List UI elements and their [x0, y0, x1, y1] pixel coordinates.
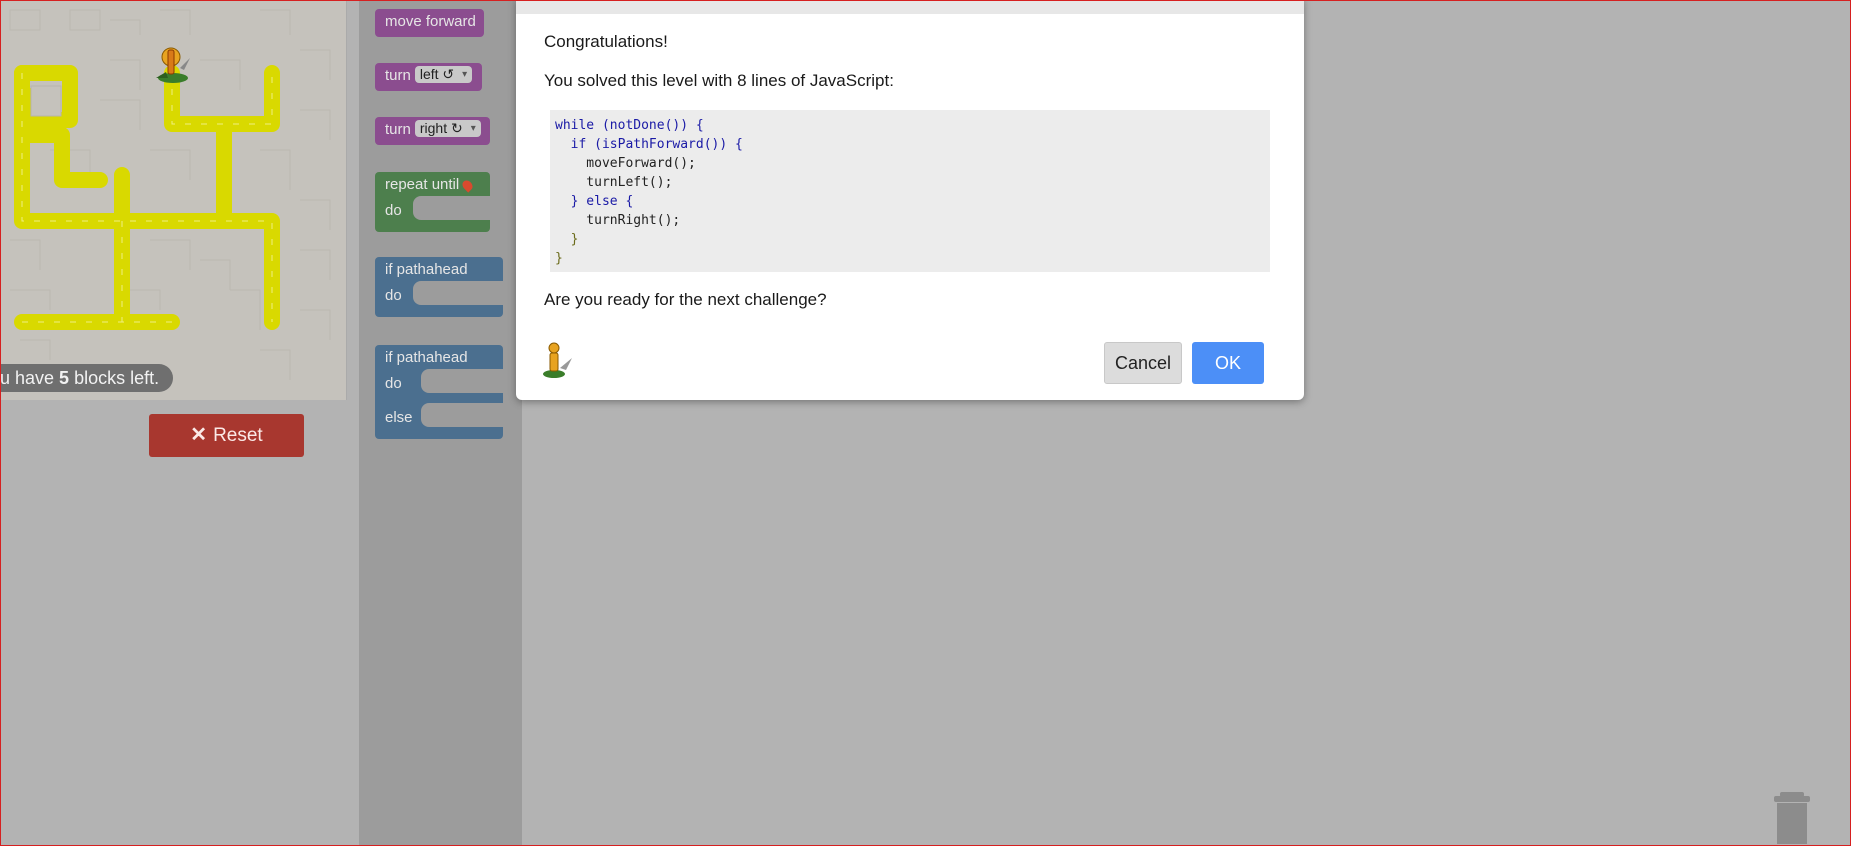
- trash-icon[interactable]: [1772, 790, 1812, 844]
- ok-button[interactable]: OK: [1192, 342, 1264, 384]
- code-line: moveForward();: [555, 154, 1265, 173]
- pegman-icon: [156, 47, 190, 83]
- code-line: } else {: [555, 192, 1265, 211]
- close-icon: ✕: [190, 424, 208, 446]
- code-line-2: if (isPathForward()) {: [555, 137, 743, 152]
- turn-direction-dropdown[interactable]: right ↻: [414, 120, 481, 137]
- statement-slot: [413, 196, 490, 220]
- maze-svg: [9, 9, 331, 380]
- turn-label: turn: [385, 67, 411, 84]
- if-path-label: if path: [385, 261, 426, 278]
- if-path-row: if pathahead: [385, 349, 468, 366]
- if-path-label: if path: [385, 349, 426, 366]
- code-line: turnRight();: [555, 211, 1265, 230]
- do-label: do: [385, 202, 402, 219]
- code-line-5: } else {: [555, 194, 634, 209]
- code-line: }: [555, 249, 1265, 268]
- cancel-button[interactable]: Cancel: [1104, 342, 1182, 384]
- repeat-until-block[interactable]: repeat until do: [375, 172, 490, 232]
- if-path-block[interactable]: if pathahead do: [375, 257, 503, 317]
- code-line: if (isPathForward()) {: [555, 135, 1265, 154]
- if-path-row: if pathahead: [385, 261, 468, 278]
- path-direction-dropdown[interactable]: ahead: [426, 349, 468, 366]
- code-line: while (notDone()) {: [555, 116, 1265, 135]
- blocks-left-badge: u have 5 blocks left.: [0, 364, 174, 392]
- code-line-3: moveForward();: [555, 156, 696, 171]
- dialog-title-bar: [516, 0, 1304, 14]
- marker-icon: [460, 177, 475, 193]
- turn-left-block[interactable]: turn left ↺: [375, 63, 482, 91]
- code-line-7: }: [555, 232, 579, 247]
- maze-area: u have 5 blocks left.: [0, 0, 347, 400]
- pegman-icon: [543, 342, 572, 378]
- code-line-4: turnLeft();: [555, 175, 673, 190]
- else-label: else: [385, 409, 413, 426]
- statement-slot: [421, 369, 503, 393]
- else-statement-slot: [421, 403, 503, 427]
- dialog-message: You solved this level with 8 lines of Ja…: [544, 71, 894, 90]
- code-line: turnLeft();: [555, 173, 1265, 192]
- statement-slot: [413, 281, 503, 305]
- blocks-left-count: 5: [59, 368, 70, 388]
- repeat-until-row: repeat until: [385, 176, 475, 193]
- move-forward-label: move forward: [385, 13, 476, 30]
- move-forward-block[interactable]: move forward: [375, 9, 484, 37]
- congratulations-dialog: Congratulations! You solved this level w…: [516, 0, 1304, 400]
- repeat-until-label: repeat until: [385, 176, 460, 193]
- if-else-path-block[interactable]: if pathahead do else: [375, 345, 503, 439]
- reset-button[interactable]: ✕ Reset: [149, 414, 304, 457]
- dialog-question: Are you ready for the next challenge?: [544, 290, 827, 309]
- path-direction-dropdown[interactable]: ahead: [426, 261, 468, 278]
- dialog-title: Congratulations!: [544, 32, 668, 51]
- code-line-6: turnRight();: [555, 213, 681, 228]
- code-line: }: [555, 230, 1265, 249]
- blocks-left-suffix: blocks left.: [69, 368, 160, 388]
- turn-label: turn: [385, 121, 411, 138]
- code-block: while (notDone()) { if (isPathForward())…: [550, 110, 1270, 272]
- reset-label: Reset: [213, 425, 263, 446]
- code-line-8: }: [555, 251, 563, 266]
- do-label: do: [385, 375, 402, 392]
- do-label: do: [385, 287, 402, 304]
- turn-direction-dropdown[interactable]: left ↺: [414, 66, 473, 83]
- blocks-left-prefix: u have: [0, 368, 60, 388]
- turn-right-block[interactable]: turn right ↻: [375, 117, 490, 145]
- code-line-1: while (notDone()) {: [555, 118, 704, 133]
